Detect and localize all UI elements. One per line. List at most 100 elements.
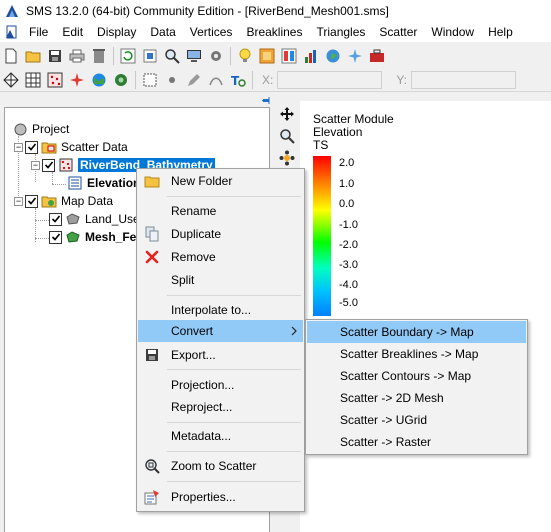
menu-item-metadata[interactable]: Metadata... [138,425,303,447]
mesh-module-icon[interactable] [0,69,22,91]
scatter-set-icon [58,157,74,173]
new-file-icon[interactable] [0,45,22,67]
frame-icon[interactable] [139,45,161,67]
menu-file[interactable]: File [22,22,55,42]
contour-square-icon[interactable] [256,45,278,67]
tree-item-scatter-data[interactable]: − Scatter Data [14,138,128,156]
print-icon[interactable] [66,45,88,67]
sparkle-icon[interactable] [344,45,366,67]
convert-submenu: Scatter Boundary -> Map Scatter Breaklin… [305,319,528,455]
tree-item-project[interactable]: Project [12,120,69,138]
pencil-icon[interactable] [183,69,205,91]
map-folder-icon [41,193,57,209]
menu-separator [167,451,301,452]
chart-icon[interactable] [300,45,322,67]
submenu-item-scatter-to-2d-mesh[interactable]: Scatter -> 2D Mesh [307,387,526,409]
remove-x-icon [139,246,165,268]
submenu-item-scatter-to-raster[interactable]: Scatter -> Raster [307,431,526,453]
project-icon [12,121,28,137]
gis-module-icon[interactable] [110,69,132,91]
visibility-checkbox[interactable] [25,194,38,208]
toolbar-separator [113,47,114,65]
visibility-checkbox[interactable] [42,158,55,172]
pan-icon[interactable] [276,103,298,125]
tree-item-elevation[interactable]: Elevation [67,174,140,192]
rotate-icon[interactable] [276,147,298,169]
open-folder-icon[interactable] [22,45,44,67]
menu-separator [167,481,301,482]
menu-edit[interactable]: Edit [55,22,90,42]
select-tool-icon[interactable] [139,69,161,91]
x-coordinate-field [277,70,383,89]
refresh-icon[interactable] [117,45,139,67]
submenu-item-scatter-contours-to-map[interactable]: Scatter Contours -> Map [307,365,526,387]
submenu-item-scatter-to-ugrid[interactable]: Scatter -> UGrid [307,409,526,431]
menu-item-label: Duplicate [171,227,222,241]
menu-item-zoom-to-scatter[interactable]: Zoom to Scatter [138,455,303,477]
submenu-item-label: Scatter Contours -> Map [340,369,472,383]
submenu-item-label: Scatter -> UGrid [340,413,428,427]
menu-item-convert[interactable]: Convert [138,320,303,342]
to-module-icon[interactable]: T [227,69,249,91]
zoom-icon[interactable] [161,45,183,67]
collapse-toggle[interactable]: − [14,196,23,206]
menu-scatter[interactable]: Scatter [372,22,424,42]
menu-breaklines[interactable]: Breaklines [239,22,309,42]
menu-item-reproject[interactable]: Reproject... [138,396,303,418]
arc-tool-icon[interactable] [205,69,227,91]
save-icon[interactable] [44,45,66,67]
settings-icon[interactable] [205,45,227,67]
tree-item-map-data[interactable]: − Map Data [14,192,113,210]
collapse-toggle[interactable]: − [14,142,23,152]
menu-item-label: Reproject... [171,400,233,414]
menu-item-properties[interactable]: Properties... [138,486,303,508]
legend-tick-label: 2.0 [339,157,355,169]
tree-item-land-use[interactable]: Land_Use [49,210,140,228]
legend-tick-label: -5.0 [339,297,358,309]
scatter-module-icon[interactable] [44,69,66,91]
map-module-icon[interactable] [88,69,110,91]
legend-title-line: TS [313,138,329,152]
toolbox-icon[interactable] [366,45,388,67]
menu-window[interactable]: Window [424,22,481,42]
legend-tick-label: -4.0 [339,279,358,291]
menu-item-remove[interactable]: Remove [138,246,303,268]
graphics-window[interactable]: Scatter Module Elevation TS 2.0 1.0 0.0 … [300,101,551,532]
create-vertex-icon[interactable] [161,69,183,91]
menu-item-interpolate[interactable]: Interpolate to... [138,299,303,321]
grid-module-icon[interactable] [22,69,44,91]
menu-item-duplicate[interactable]: Duplicate [138,223,303,245]
menu-data[interactable]: Data [143,22,182,42]
menu-triangles[interactable]: Triangles [309,22,372,42]
menu-item-label: Rename [171,204,217,218]
menu-help[interactable]: Help [481,22,520,42]
tree-item-mesh-feature[interactable]: Mesh_Fe [49,228,136,246]
menu-item-rename[interactable]: Rename [138,200,303,222]
scatter-folder-icon [41,139,57,155]
context-menu: New Folder Rename Duplicate Remove Split… [136,168,305,512]
submenu-item-label: Scatter Breaklines -> Map [340,347,479,361]
collapse-toggle[interactable]: − [31,160,40,170]
display-monitor-icon[interactable] [183,45,205,67]
menu-item-projection[interactable]: Projection... [138,374,303,396]
submenu-item-scatter-breaklines-to-map[interactable]: Scatter Breaklines -> Map [307,343,526,365]
visibility-checkbox[interactable] [25,140,38,154]
zoom-view-icon[interactable] [276,125,298,147]
menu-item-new-folder[interactable]: New Folder [138,170,303,192]
light-bulb-icon[interactable] [234,45,256,67]
menu-item-split[interactable]: Split [138,269,303,291]
globe-icon[interactable] [322,45,344,67]
svg-text:T: T [231,74,240,88]
dataset-icon [67,175,83,191]
menu-vertices[interactable]: Vertices [183,22,240,42]
visibility-checkbox[interactable] [49,212,62,226]
delete-trash-icon[interactable] [88,45,110,67]
visibility-checkbox[interactable] [49,230,62,244]
color-map-icon[interactable] [278,45,300,67]
menu-display[interactable]: Display [90,22,143,42]
menu-item-export[interactable]: Export... [138,344,303,366]
particle-module-icon[interactable] [66,69,88,91]
document-menu-icon[interactable] [0,22,22,42]
submenu-item-scatter-boundary-to-map[interactable]: Scatter Boundary -> Map [307,321,526,343]
sms-app-icon[interactable] [5,4,19,18]
